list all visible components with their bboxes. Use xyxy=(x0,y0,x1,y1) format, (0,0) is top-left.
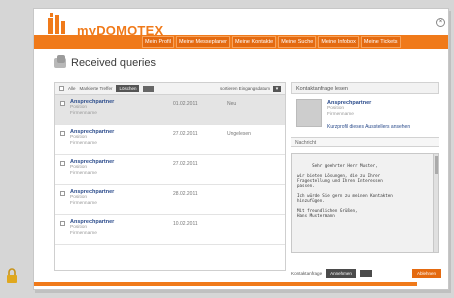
select-all-label: Alle xyxy=(68,86,76,91)
contact-company: Firmenname xyxy=(70,171,97,176)
received-date: 27.02.2011 xyxy=(173,161,198,167)
query-detail: Kontaktanfrage lesen Ansprechpartner Pos… xyxy=(291,82,439,264)
received-date: 01.02.2011 xyxy=(173,101,198,107)
filter-label: Markierte Treffer xyxy=(79,86,113,91)
sort-dropdown[interactable]: ▾ xyxy=(273,85,281,92)
status-badge: Neu xyxy=(227,101,237,107)
status-badge: Ungelesen xyxy=(227,131,251,137)
page-title-text: Received queries xyxy=(71,57,156,69)
contact-card: Ansprechpartner Position Firmenname Kurz… xyxy=(291,94,439,137)
list-toolbar: Alle Markierte Treffer Löschen sortieren… xyxy=(55,83,285,95)
app-window: × myDOMOTEX Mein Profil Meine Messeplane… xyxy=(33,8,449,290)
logo-icon xyxy=(48,13,65,34)
nav-item-kontakte[interactable]: Meine Kontakte xyxy=(231,36,277,48)
delete-button[interactable]: Löschen xyxy=(116,85,140,92)
exhibitor-profile-link[interactable]: Kurzprofil dieses Ausstellers ansehen xyxy=(327,124,410,130)
lock-icon xyxy=(7,268,17,283)
contact-company: Firmenname xyxy=(70,111,97,116)
list-item[interactable]: Ansprechpartner Position Firmenname 01.0… xyxy=(55,95,285,125)
received-date: 27.02.2011 xyxy=(173,131,198,137)
row-checkbox[interactable] xyxy=(60,101,65,106)
nav-item-suche[interactable]: Meine Suche xyxy=(278,36,317,48)
message-body: Sehr geehrter Herr Muster, wir bieten Lö… xyxy=(291,153,439,253)
list-item[interactable]: Ansprechpartner Position Firmenname 10.0… xyxy=(55,215,285,245)
nav-item-profil[interactable]: Mein Profil xyxy=(142,36,174,48)
message-label: Nachricht xyxy=(291,137,439,147)
message-text: Sehr geehrter Herr Muster, wir bieten Lö… xyxy=(297,163,393,218)
app-header: myDOMOTEX Mein Profil Meine Messeplaner … xyxy=(34,9,448,49)
row-checkbox[interactable] xyxy=(60,221,65,226)
contact-company: Firmenname xyxy=(70,201,97,206)
detail-header: Kontaktanfrage lesen xyxy=(291,82,439,94)
nav-item-messeplaner[interactable]: Meine Messeplaner xyxy=(175,36,230,48)
message-scrollbar[interactable] xyxy=(433,154,438,252)
request-label: Kontaktanfrage xyxy=(291,270,323,276)
list-item[interactable]: Ansprechpartner Position Firmenname 27.0… xyxy=(55,125,285,155)
select-all-checkbox[interactable] xyxy=(59,86,64,91)
inbox-icon xyxy=(54,55,66,68)
footer-bar xyxy=(34,282,417,286)
page-title: Received queries xyxy=(54,55,156,69)
nav-item-tickets[interactable]: Meine Tickets xyxy=(360,36,401,48)
list-item[interactable]: Ansprechpartner Position Firmenname 27.0… xyxy=(55,155,285,185)
row-checkbox[interactable] xyxy=(60,161,65,166)
contact-company: Firmenname xyxy=(70,141,97,146)
nav-item-infobox[interactable]: Meine Infobox xyxy=(318,36,359,48)
avatar xyxy=(296,99,322,127)
accept-button[interactable]: Annehmen xyxy=(326,268,356,278)
sort-control: sortieren Eingangsdatum ▾ xyxy=(219,85,281,92)
request-actions: Kontaktanfrage Annehmen Ablehnen xyxy=(291,267,441,279)
print-icon[interactable] xyxy=(359,269,372,277)
row-checkbox[interactable] xyxy=(60,131,65,136)
decline-button[interactable]: Ablehnen xyxy=(411,268,441,278)
contact-company: Firmenname xyxy=(70,231,97,236)
query-list: Alle Markierte Treffer Löschen sortieren… xyxy=(54,82,286,271)
sort-label: sortieren Eingangsdatum xyxy=(219,86,270,91)
contact-company: Firmenname xyxy=(327,112,354,117)
row-checkbox[interactable] xyxy=(60,191,65,196)
print-icon[interactable] xyxy=(143,85,155,92)
main-nav: Mein Profil Meine Messeplaner Meine Kont… xyxy=(142,36,401,48)
received-date: 28.02.2011 xyxy=(173,191,198,197)
received-date: 10.02.2011 xyxy=(173,221,198,227)
list-item[interactable]: Ansprechpartner Position Firmenname 28.0… xyxy=(55,185,285,215)
